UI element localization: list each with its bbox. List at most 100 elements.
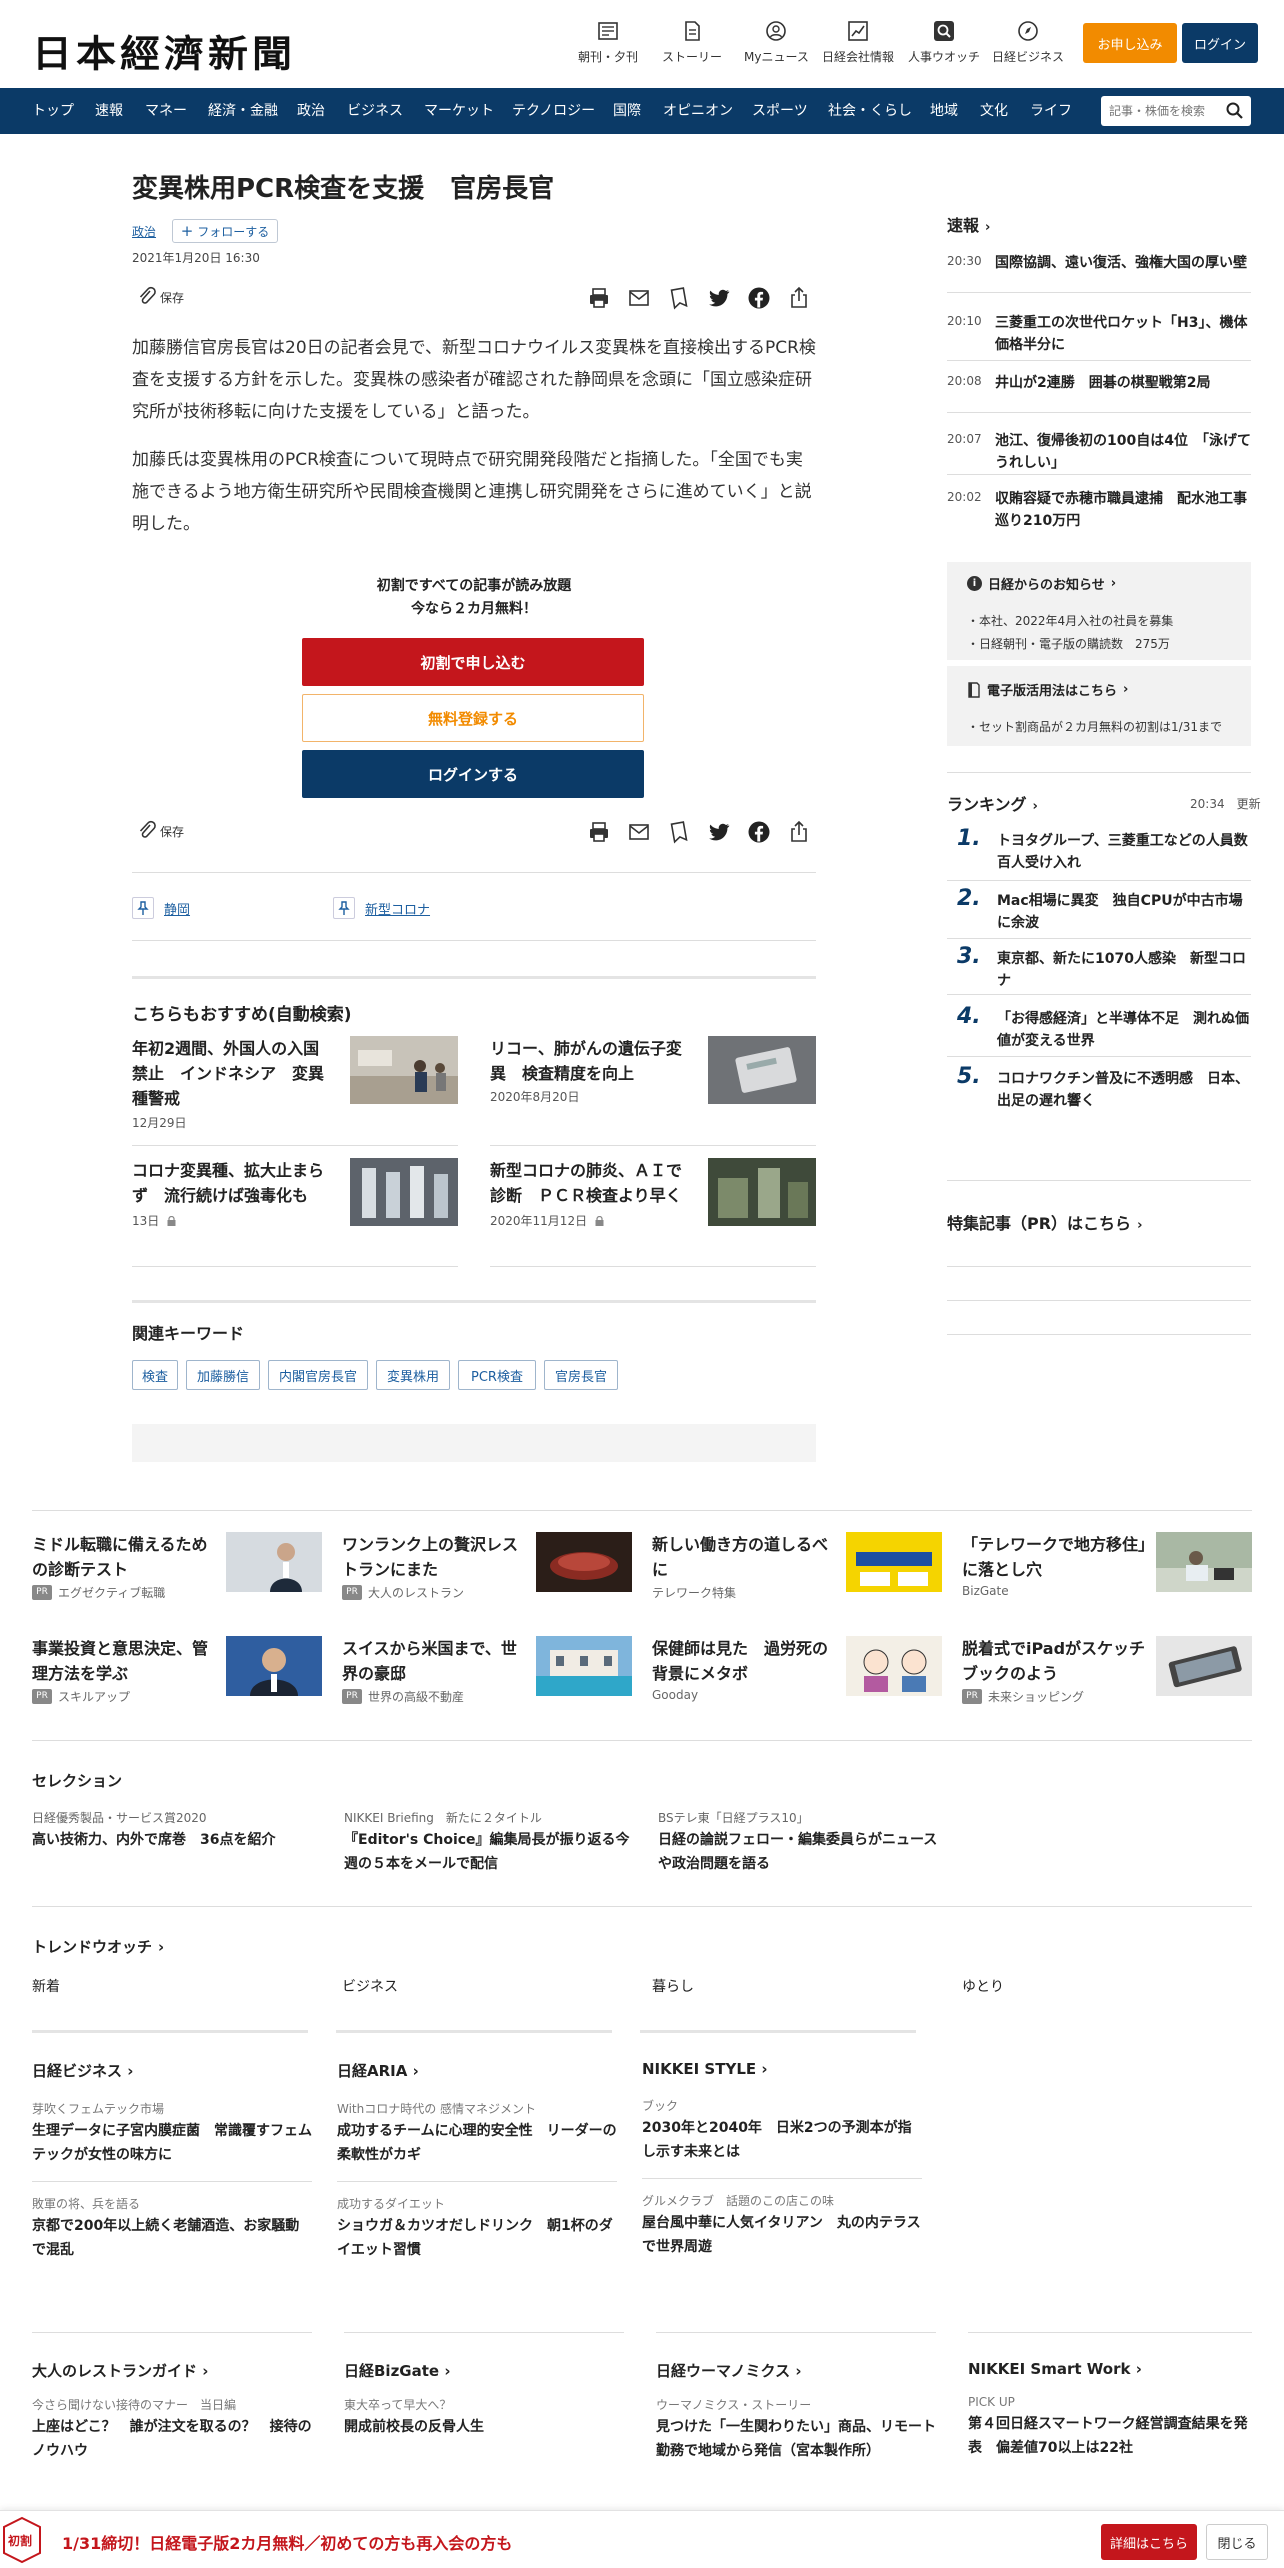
tool-newspaper[interactable]: 朝刊・夕刊 xyxy=(578,20,638,65)
media-heading[interactable]: NIKKEI STYLE › xyxy=(642,2060,922,2078)
trend-tab[interactable]: ビジネス xyxy=(342,1976,398,1996)
keyword-button[interactable]: 変異株用 xyxy=(376,1360,450,1390)
tool-jinji-watch[interactable]: 人事ウオッチ xyxy=(908,20,980,65)
clip-page-icon[interactable] xyxy=(667,286,691,310)
share-icon[interactable] xyxy=(787,286,811,310)
twitter-icon[interactable] xyxy=(707,820,731,844)
notice-heading[interactable]: i 日経からのお知らせ › xyxy=(967,574,1116,593)
selection-item[interactable]: NIKKEI Briefing 新たに２タイトル 『Editor's Choice… xyxy=(344,1808,634,1876)
keyword-button[interactable]: 官房長官 xyxy=(544,1360,618,1390)
tool-story[interactable]: ストーリー xyxy=(662,20,722,65)
trend-tab[interactable]: 新着 xyxy=(32,1976,60,1996)
topic-link-covid[interactable]: 新型コロナ xyxy=(333,897,430,919)
media-item[interactable]: ブック 2030年と2040年 日米2つの予測本が指し示す未来とは xyxy=(642,2096,922,2164)
facebook-icon[interactable] xyxy=(747,820,771,844)
nav-item[interactable]: 政治 xyxy=(297,88,325,134)
trend-tab[interactable]: ゆとり xyxy=(962,1976,1004,1996)
nav-item[interactable]: ライフ xyxy=(1030,88,1072,134)
nav-item[interactable]: 速報 xyxy=(95,88,123,134)
nav-item[interactable]: 文化 xyxy=(980,88,1008,134)
search-input[interactable] xyxy=(1101,96,1219,126)
print-icon[interactable] xyxy=(587,820,611,844)
selection-item[interactable]: 日経優秀製品・サービス賞2020 高い技術力、内外で席巻 36点を紹介 xyxy=(32,1808,322,1852)
article-category-link[interactable]: 政治 xyxy=(132,223,156,240)
banner-text[interactable]: 1/31締切！日経電子版2カ月無料／初めての方も再入会の方も xyxy=(62,2530,512,2554)
banner-close-button[interactable]: 閉じる xyxy=(1206,2524,1268,2560)
media-item[interactable]: 今さら聞けない接待のマナー 当日編 上座はどこ？ 誰が注文を取るの？ 接待のノウハ… xyxy=(32,2395,312,2463)
tool-mynews[interactable]: Myニュース xyxy=(744,20,809,65)
tool-company-info[interactable]: 日経会社情報 xyxy=(822,20,894,65)
keyword-button[interactable]: 検査 xyxy=(132,1360,178,1390)
nav-item[interactable]: オピニオン xyxy=(663,88,733,134)
edition-heading[interactable]: 電子版活用法はこちら › xyxy=(967,680,1128,699)
nav-item[interactable]: 経済・金融 xyxy=(208,88,278,134)
ad-item[interactable]: 「テレワークで地方移住」に落とし穴 BizGate xyxy=(962,1532,1252,1612)
login-button[interactable]: ログイン xyxy=(1182,23,1258,63)
save-button-bottom[interactable]: 保存 xyxy=(137,820,184,842)
trial-subscribe-button[interactable]: 初割で申し込む xyxy=(302,638,644,686)
site-logo[interactable]: 日本經濟新聞 xyxy=(32,24,296,77)
clip-page-icon[interactable] xyxy=(667,820,691,844)
subscribe-button[interactable]: お申し込み xyxy=(1083,23,1177,63)
nav-item[interactable]: テクノロジー xyxy=(512,88,595,134)
keyword-button[interactable]: 内閣官房長官 xyxy=(268,1360,368,1390)
notice-item[interactable]: ・本社、2022年4月入社の社員を募集 xyxy=(967,612,1173,629)
nav-item[interactable]: スポーツ xyxy=(752,88,808,134)
share-icon[interactable] xyxy=(787,820,811,844)
media-heading[interactable]: NIKKEI Smart Work › xyxy=(968,2360,1248,2378)
keyword-button[interactable]: 加藤勝信 xyxy=(186,1360,260,1390)
free-register-button[interactable]: 無料登録する xyxy=(302,694,644,742)
recommend-item[interactable]: 新型コロナの肺炎、ＡＩで診断 ＰＣＲ検査より早く 2020年11月12日 xyxy=(490,1158,816,1258)
media-item[interactable]: 敗軍の将、兵を語る 京都で200年以上続く老舗酒造、お家騒動で混乱 xyxy=(32,2194,312,2262)
media-item[interactable]: ウーマノミクス・ストーリー 見つけた「一生関わりたい」商品、リモート勤務で地域から… xyxy=(656,2395,936,2463)
ranking-heading[interactable]: ランキング › xyxy=(947,791,1038,815)
media-heading[interactable]: 日経ARIA › xyxy=(337,2060,617,2081)
banner-detail-button[interactable]: 詳細はこちら xyxy=(1101,2524,1197,2560)
media-heading[interactable]: 日経BizGate › xyxy=(344,2360,624,2381)
save-button[interactable]: 保存 xyxy=(137,286,184,308)
edition-item[interactable]: ・セット割商品が２カ月無料の初割は1/31まで xyxy=(967,718,1222,735)
media-item[interactable]: グルメクラブ 話題のこの店この味 屋台風中華に人気イタリアン 丸の内テラスで世界周… xyxy=(642,2191,922,2259)
ad-item[interactable]: 脱着式でiPadがスケッチブックのよう PR 未来ショッピング xyxy=(962,1636,1252,1716)
media-heading[interactable]: 日経ビジネス › xyxy=(32,2060,312,2081)
search-icon[interactable] xyxy=(1225,101,1245,121)
recommend-item[interactable]: リコー、肺がんの遺伝子変異 検査精度を向上 2020年8月20日 xyxy=(490,1036,816,1136)
paywall-login-button[interactable]: ログインする xyxy=(302,750,644,798)
nav-item[interactable]: トップ xyxy=(32,88,74,134)
facebook-icon[interactable] xyxy=(747,286,771,310)
media-heading[interactable]: 大人のレストランガイド › xyxy=(32,2360,312,2381)
ad-item[interactable]: 新しい働き方の道しるべに テレワーク特集 xyxy=(652,1532,942,1612)
tool-nikkei-business[interactable]: 日経ビジネス xyxy=(992,20,1064,65)
nav-item[interactable]: ビジネス xyxy=(347,88,403,134)
keyword-button[interactable]: PCR検査 xyxy=(458,1360,536,1390)
media-item[interactable]: 芽吹くフェムテック市場 生理データに子宮内膜症菌 常識覆すフェムテックが女性の味方… xyxy=(32,2099,312,2167)
recommend-item[interactable]: コロナ変異種、拡大止まらず 流行続けば強毒化も 13日 xyxy=(132,1158,458,1258)
ad-item[interactable]: 保健師は見た 過労死の背景にメタボ Gooday xyxy=(652,1636,942,1716)
recommend-item[interactable]: 年初2週間、外国人の入国禁止 インドネシア 変異種警戒 12月29日 xyxy=(132,1036,458,1136)
pr-feature-heading[interactable]: 特集記事（PR）はこちら › xyxy=(947,1210,1142,1234)
media-item[interactable]: 東大卒って早大へ？ 開成前校長の反骨人生 xyxy=(344,2395,624,2439)
nav-item[interactable]: 地域 xyxy=(930,88,958,134)
notice-item[interactable]: ・日経朝刊・電子版の購読数 275万 xyxy=(967,635,1170,652)
nav-item[interactable]: 社会・くらし xyxy=(828,88,912,134)
topic-link-shizuoka[interactable]: 静岡 xyxy=(132,897,190,919)
ad-item[interactable]: ミドル転職に備えるための診断テスト PR エグゼクティブ転職 xyxy=(32,1532,322,1612)
media-item[interactable]: Withコロナ時代の 感情マネジメント 成功するチームに心理的安全性 リーダーの柔… xyxy=(337,2099,617,2167)
follow-button[interactable]: + フォローする xyxy=(172,219,278,243)
nav-item[interactable]: マーケット xyxy=(424,88,494,134)
print-icon[interactable] xyxy=(587,286,611,310)
nav-item[interactable]: マネー xyxy=(145,88,187,134)
mail-icon[interactable] xyxy=(627,820,651,844)
trend-watch-heading[interactable]: トレンドウオッチ › xyxy=(32,1936,164,1957)
nav-item[interactable]: 国際 xyxy=(613,88,641,134)
ad-item[interactable]: 事業投資と意思決定、管理方法を学ぶ PR スキルアップ xyxy=(32,1636,322,1716)
media-item[interactable]: 成功するダイエット ショウガ＆カツオだしドリンク 朝1杯のダイエット習慣 xyxy=(337,2194,617,2262)
media-heading[interactable]: 日経ウーマノミクス › xyxy=(656,2360,936,2381)
ad-item[interactable]: スイスから米国まで、世界の豪邸 PR 世界の高級不動産 xyxy=(342,1636,632,1716)
mail-icon[interactable] xyxy=(627,286,651,310)
breaking-news-heading[interactable]: 速報 › xyxy=(947,212,990,236)
selection-item[interactable]: BSテレ東「日経プラス10」 日経の論説フェロー・編集委員らがニュースや政治問題を… xyxy=(658,1808,948,1876)
trend-tab[interactable]: 暮らし xyxy=(652,1976,694,1996)
media-item[interactable]: PICK UP 第４回日経スマートワーク経営調査結果を発表 偏差値70以上は22社 xyxy=(968,2392,1248,2460)
twitter-icon[interactable] xyxy=(707,286,731,310)
